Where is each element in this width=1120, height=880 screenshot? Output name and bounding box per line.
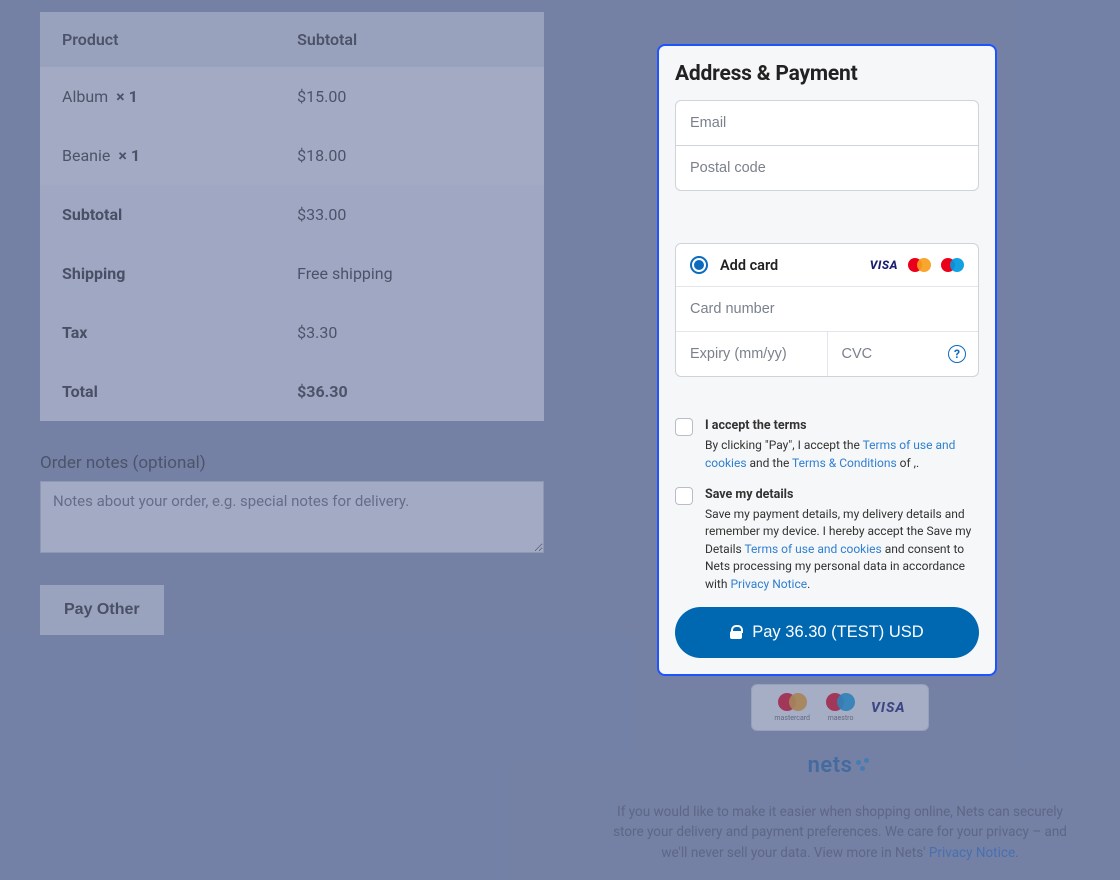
pay-other-button[interactable]: Pay Other (40, 585, 164, 635)
lock-icon (730, 625, 742, 639)
item-price: $18.00 (275, 126, 544, 185)
col-product: Product (40, 12, 275, 67)
subtotal-label: Subtotal (40, 185, 275, 244)
maestro-icon (941, 258, 964, 272)
panel-title: Address & Payment (675, 62, 979, 86)
save-details-title: Save my details (705, 486, 979, 504)
item-qty: × 1 (118, 146, 140, 165)
shipping-label: Shipping (40, 244, 275, 303)
table-row: Beanie × 1 $18.00 (40, 126, 544, 185)
save-details-checkbox[interactable] (675, 487, 693, 505)
add-card-radio[interactable] (690, 256, 708, 274)
maestro-icon: maestro (826, 693, 855, 722)
table-row: Album × 1 $15.00 (40, 67, 544, 126)
mastercard-icon: mastercard (774, 693, 810, 722)
cvc-help-icon[interactable]: ? (948, 345, 966, 363)
row-tax: Tax $3.30 (40, 303, 544, 362)
order-notes-label: Order notes (optional) (40, 453, 544, 473)
payment-panel: Address & Payment Add card VISA ? (657, 44, 997, 676)
card-number-field[interactable] (676, 287, 978, 331)
row-shipping: Shipping Free shipping (40, 244, 544, 303)
subtotal-value: $33.00 (275, 185, 544, 244)
tax-label: Tax (40, 303, 275, 362)
item-name: Beanie (62, 146, 110, 165)
tax-value: $3.30 (275, 303, 544, 362)
accept-terms-checkbox[interactable] (675, 418, 693, 436)
accept-terms-text: By clicking "Pay", I accept the Terms of… (705, 438, 955, 469)
accept-terms-title: I accept the terms (705, 417, 979, 435)
email-field[interactable] (676, 101, 978, 145)
shipping-value: Free shipping (275, 244, 544, 303)
row-subtotal: Subtotal $33.00 (40, 185, 544, 244)
pay-button[interactable]: Pay 36.30 (TEST) USD (675, 607, 979, 658)
accepted-card-icons: VISA (870, 258, 964, 272)
order-summary-table: Product Subtotal Album × 1 $15.00 (40, 12, 544, 421)
order-notes-input[interactable] (40, 481, 544, 553)
col-subtotal: Subtotal (275, 12, 544, 67)
nets-logo: nets (808, 753, 873, 778)
item-price: $15.00 (275, 67, 544, 126)
save-details-text: Save my payment details, my delivery det… (705, 507, 971, 591)
terms-and-conditions-link[interactable]: Terms & Conditions (792, 456, 897, 470)
save-terms-link[interactable]: Terms of use and cookies (744, 542, 881, 556)
visa-icon: VISA (871, 700, 906, 716)
mastercard-icon (908, 258, 931, 272)
visa-icon: VISA (870, 258, 898, 272)
add-card-label: Add card (720, 257, 778, 274)
expiry-field[interactable] (676, 332, 827, 376)
row-total: Total $36.30 (40, 362, 544, 421)
privacy-notice-link[interactable]: Privacy Notice (730, 577, 807, 591)
pay-button-label: Pay 36.30 (TEST) USD (752, 623, 923, 642)
postal-code-field[interactable] (676, 145, 978, 190)
card-brand-logos: mastercard maestro VISA (751, 684, 928, 731)
item-name: Album (62, 87, 108, 106)
total-value: $36.30 (275, 362, 544, 421)
footer-privacy-note: If you would like to make it easier when… (600, 802, 1080, 863)
total-label: Total (40, 362, 275, 421)
footer-privacy-link[interactable]: Privacy Notice (929, 845, 1015, 861)
item-qty: × 1 (116, 87, 138, 106)
